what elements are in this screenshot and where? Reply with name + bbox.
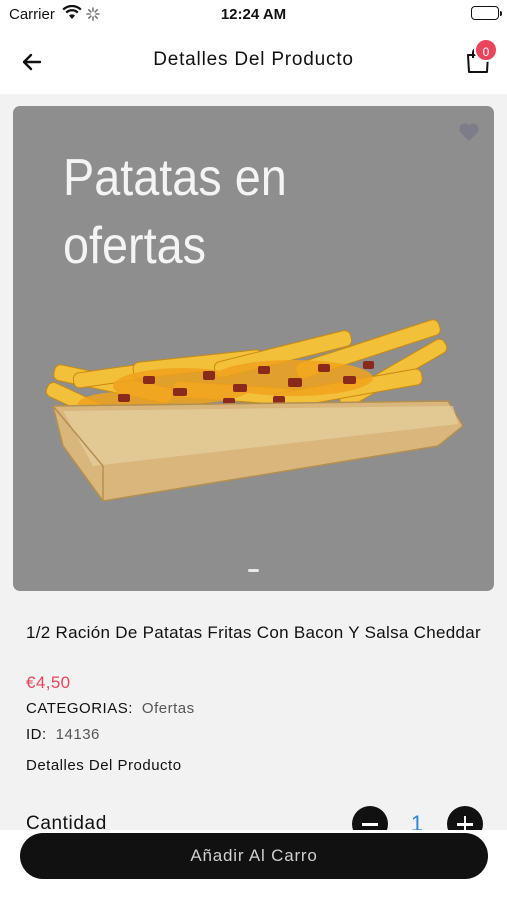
navigation-bar: Detalles Del Producto 0 <box>0 30 507 94</box>
status-bar: Carrier 12:24 AM <box>0 0 507 30</box>
battery-icon <box>471 6 502 20</box>
category-value[interactable]: Ofertas <box>142 700 195 717</box>
carousel-page-indicator <box>248 569 259 572</box>
category-label: CATEGORIAS: <box>26 700 133 717</box>
product-image-carousel[interactable]: Patatas en ofertas <box>13 106 494 591</box>
clock: 12:24 AM <box>220 6 287 23</box>
product-price: €4,50 <box>26 673 71 692</box>
add-to-cart-button[interactable]: Añadir Al Carro <box>20 833 488 879</box>
id-label: ID: <box>26 726 47 743</box>
banner-text: Patatas en ofertas <box>63 149 287 275</box>
id-row: ID: 14136 <box>26 726 100 743</box>
product-details-link[interactable]: Detalles Del Producto <box>26 757 182 774</box>
page-title: Detalles Del Producto <box>153 49 354 70</box>
cart-count-badge: 0 <box>474 38 498 62</box>
id-value: 14136 <box>55 726 100 743</box>
heart-icon[interactable] <box>458 122 480 147</box>
product-name: 1/2 Ración De Patatas Fritas Con Bacon Y… <box>26 623 481 642</box>
fries-image <box>33 316 464 521</box>
category-row: CATEGORIAS: Ofertas <box>26 700 195 717</box>
